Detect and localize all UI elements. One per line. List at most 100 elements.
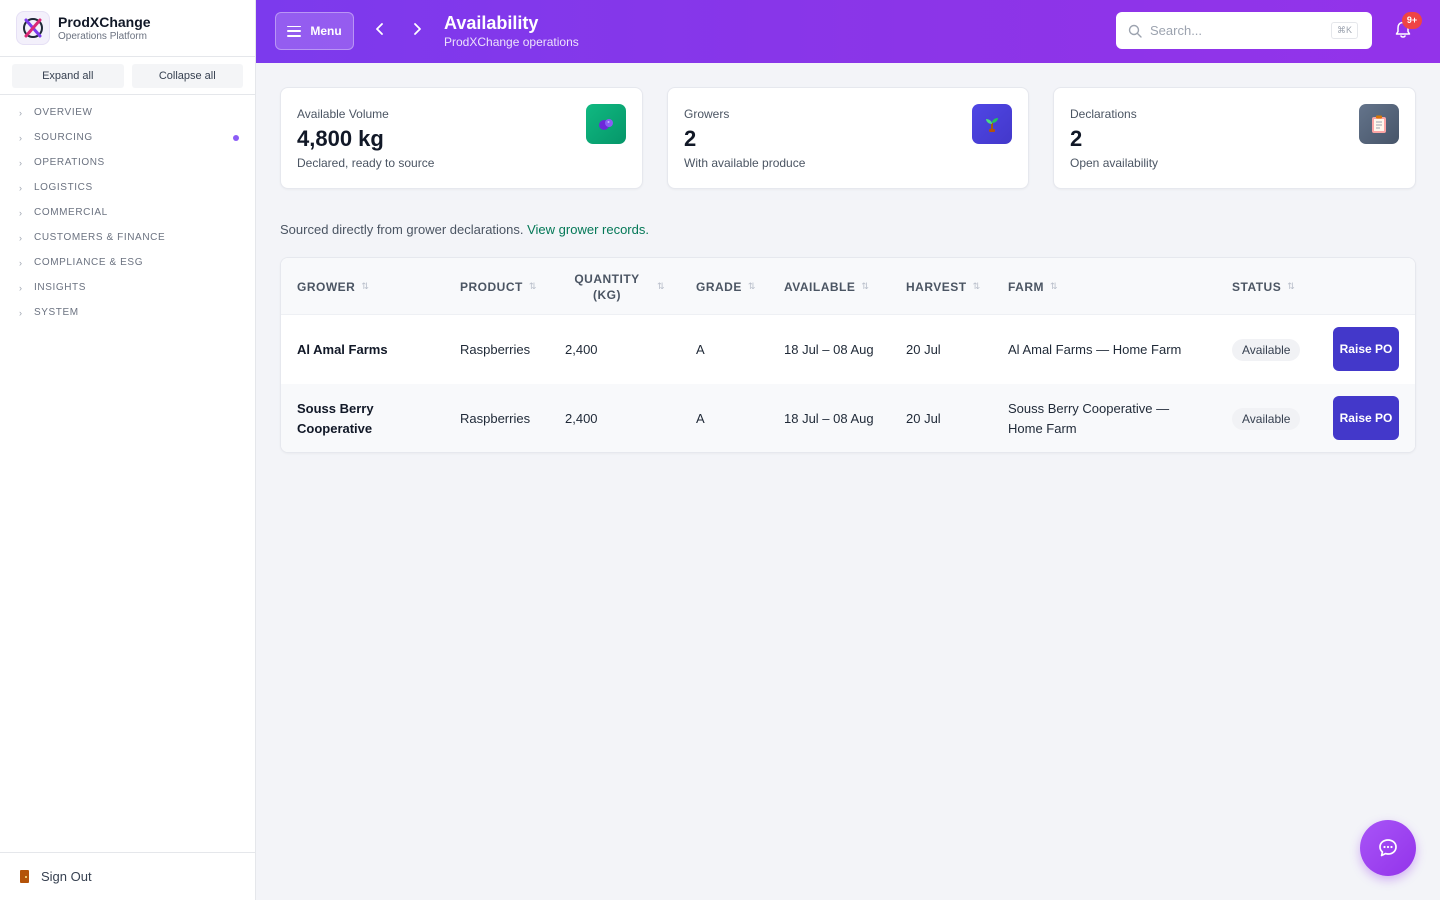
cell-harvest: 20 Jul — [906, 341, 941, 357]
sidebar-item-customers-finance[interactable]: › CUSTOMERS & FINANCE — [0, 225, 255, 250]
search-input[interactable] — [1150, 23, 1320, 38]
column-header-quantity[interactable]: QUANTITY (KG) ⇅ — [571, 258, 665, 315]
stat-card-declarations: Declarations 2 Open availability — [1053, 87, 1416, 189]
table-row[interactable]: Souss Berry Cooperative Raspberries 2,40… — [281, 384, 1415, 452]
seedling-icon — [972, 104, 1012, 144]
cell-available: 18 Jul – 08 Aug — [784, 410, 874, 426]
cell-farm: Al Amal Farms — Home Farm — [1008, 341, 1182, 357]
sidebar-nav: › OVERVIEW › SOURCING › OPERATIONS › LOGISTI… — [0, 95, 255, 325]
stat-card-available-volume: Available Volume 4,800 kg Declared, read… — [280, 87, 643, 189]
sort-icon: ⇅ — [747, 281, 756, 291]
chevron-right-icon: › — [19, 257, 22, 268]
sort-icon: ⇅ — [972, 281, 981, 291]
source-note-text: Sourced directly from grower declaration… — [280, 222, 528, 237]
stat-value: 2 — [684, 126, 697, 151]
sign-out-label: Sign Out — [41, 869, 92, 884]
cell-product: Raspberries — [460, 341, 531, 357]
chevron-right-icon: › — [19, 207, 22, 218]
column-header-grade[interactable]: GRADE ⇅ — [696, 258, 755, 315]
sidebar: ProdXChange Operations Platform Expand a… — [0, 0, 256, 900]
sort-icon: ⇅ — [657, 281, 665, 291]
forward-button[interactable] — [407, 19, 427, 43]
status-badge: Available — [1232, 408, 1301, 430]
sign-out-button[interactable]: Sign Out — [0, 852, 255, 900]
chat-button[interactable] — [1360, 820, 1416, 876]
stat-value: 2 — [1070, 126, 1083, 151]
stat-subtext: Declared, ready to source — [297, 156, 435, 170]
stat-subtext: With available produce — [684, 156, 806, 170]
brand-name: ProdXChange — [58, 13, 151, 30]
stat-label: Growers — [684, 107, 730, 121]
clipboard-icon — [1359, 104, 1399, 144]
column-header-grower[interactable]: GROWER ⇅ — [297, 258, 369, 315]
active-indicator-dot — [233, 135, 239, 141]
cell-product: Raspberries — [460, 410, 531, 426]
column-header-product[interactable]: PRODUCT ⇅ — [460, 258, 536, 315]
cell-grower: Al Amal Farms — [297, 341, 388, 357]
source-note: Sourced directly from grower declaration… — [280, 222, 649, 237]
chevron-right-icon — [414, 23, 421, 35]
brand[interactable]: ProdXChange Operations Platform — [0, 0, 255, 57]
collapse-all-button[interactable]: Collapse all — [131, 63, 243, 88]
status-badge: Available — [1232, 339, 1301, 361]
sidebar-item-label: COMMERCIAL — [34, 207, 108, 218]
cell-grade: A — [696, 341, 705, 357]
sidebar-item-overview[interactable]: › OVERVIEW — [0, 100, 255, 125]
sidebar-item-label: COMPLIANCE & ESG — [34, 257, 144, 268]
stat-label: Available Volume — [297, 107, 389, 121]
column-header-farm[interactable]: FARM ⇅ — [1008, 258, 1058, 315]
sidebar-item-compliance-esg[interactable]: › COMPLIANCE & ESG — [0, 250, 255, 275]
chevron-right-icon: › — [19, 107, 22, 118]
page-subtitle: ProdXChange operations — [444, 35, 579, 49]
door-icon — [20, 870, 29, 883]
sidebar-item-system[interactable]: › SYSTEM — [0, 300, 255, 325]
expand-all-button[interactable]: Expand all — [12, 63, 124, 88]
logo-icon — [16, 11, 50, 45]
column-header-status[interactable]: STATUS ⇅ — [1232, 258, 1295, 315]
chevron-left-icon — [376, 23, 383, 35]
cell-quantity: 2,400 — [565, 341, 598, 357]
sidebar-item-label: CUSTOMERS & FINANCE — [34, 232, 166, 243]
top-bar: Menu Availability ProdXChange operations… — [256, 0, 1440, 63]
raise-po-button[interactable]: Raise PO — [1333, 327, 1399, 371]
chevron-right-icon: › — [19, 282, 22, 293]
sort-icon: ⇅ — [1050, 281, 1058, 291]
cell-quantity: 2,400 — [565, 410, 598, 426]
blueberry-icon — [586, 104, 626, 144]
view-grower-records-link[interactable]: View grower records. — [527, 222, 649, 237]
chevron-right-icon: › — [19, 182, 22, 193]
sidebar-item-label: SYSTEM — [34, 307, 79, 318]
sort-icon: ⇅ — [861, 281, 869, 291]
chat-bubble-icon — [1379, 839, 1397, 857]
availability-table: GROWER ⇅ PRODUCT ⇅ QUANTITY (KG) ⇅ GRADE ⇅ A… — [280, 257, 1416, 453]
stat-label: Declarations — [1070, 107, 1137, 121]
stat-card-growers: Growers 2 With available produce — [667, 87, 1029, 189]
chevron-right-icon: › — [19, 132, 22, 143]
search-box[interactable]: ⌘K — [1116, 12, 1372, 49]
sidebar-item-sourcing[interactable]: › SOURCING — [0, 125, 255, 150]
table-row[interactable]: Al Amal Farms Raspberries 2,400 A 18 Jul… — [281, 315, 1415, 384]
search-shortcut: ⌘K — [1330, 22, 1358, 39]
cell-harvest: 20 Jul — [906, 410, 941, 426]
menu-button[interactable]: Menu — [275, 12, 354, 50]
sort-icon: ⇅ — [361, 281, 369, 291]
column-header-available[interactable]: AVAILABLE ⇅ — [784, 258, 869, 315]
menu-label: Menu — [310, 24, 342, 38]
sidebar-item-label: OPERATIONS — [34, 157, 105, 168]
page-title: Availability — [444, 13, 539, 33]
sidebar-item-label: SOURCING — [34, 132, 93, 143]
column-header-harvest[interactable]: HARVEST ⇅ — [906, 258, 980, 315]
sidebar-item-insights[interactable]: › INSIGHTS — [0, 275, 255, 300]
back-button[interactable] — [370, 19, 390, 43]
sort-icon: ⇅ — [1287, 281, 1295, 291]
chevron-right-icon: › — [19, 232, 22, 243]
sidebar-item-commercial[interactable]: › COMMERCIAL — [0, 200, 255, 225]
table-header: GROWER ⇅ PRODUCT ⇅ QUANTITY (KG) ⇅ GRADE ⇅ A… — [281, 258, 1415, 315]
sidebar-item-logistics[interactable]: › LOGISTICS — [0, 175, 255, 200]
sidebar-item-operations[interactable]: › OPERATIONS — [0, 150, 255, 175]
raise-po-button[interactable]: Raise PO — [1333, 396, 1399, 440]
brand-subtitle: Operations Platform — [58, 30, 147, 42]
sidebar-item-label: INSIGHTS — [34, 282, 87, 293]
cell-grade: A — [696, 410, 705, 426]
chevron-right-icon: › — [19, 157, 22, 168]
